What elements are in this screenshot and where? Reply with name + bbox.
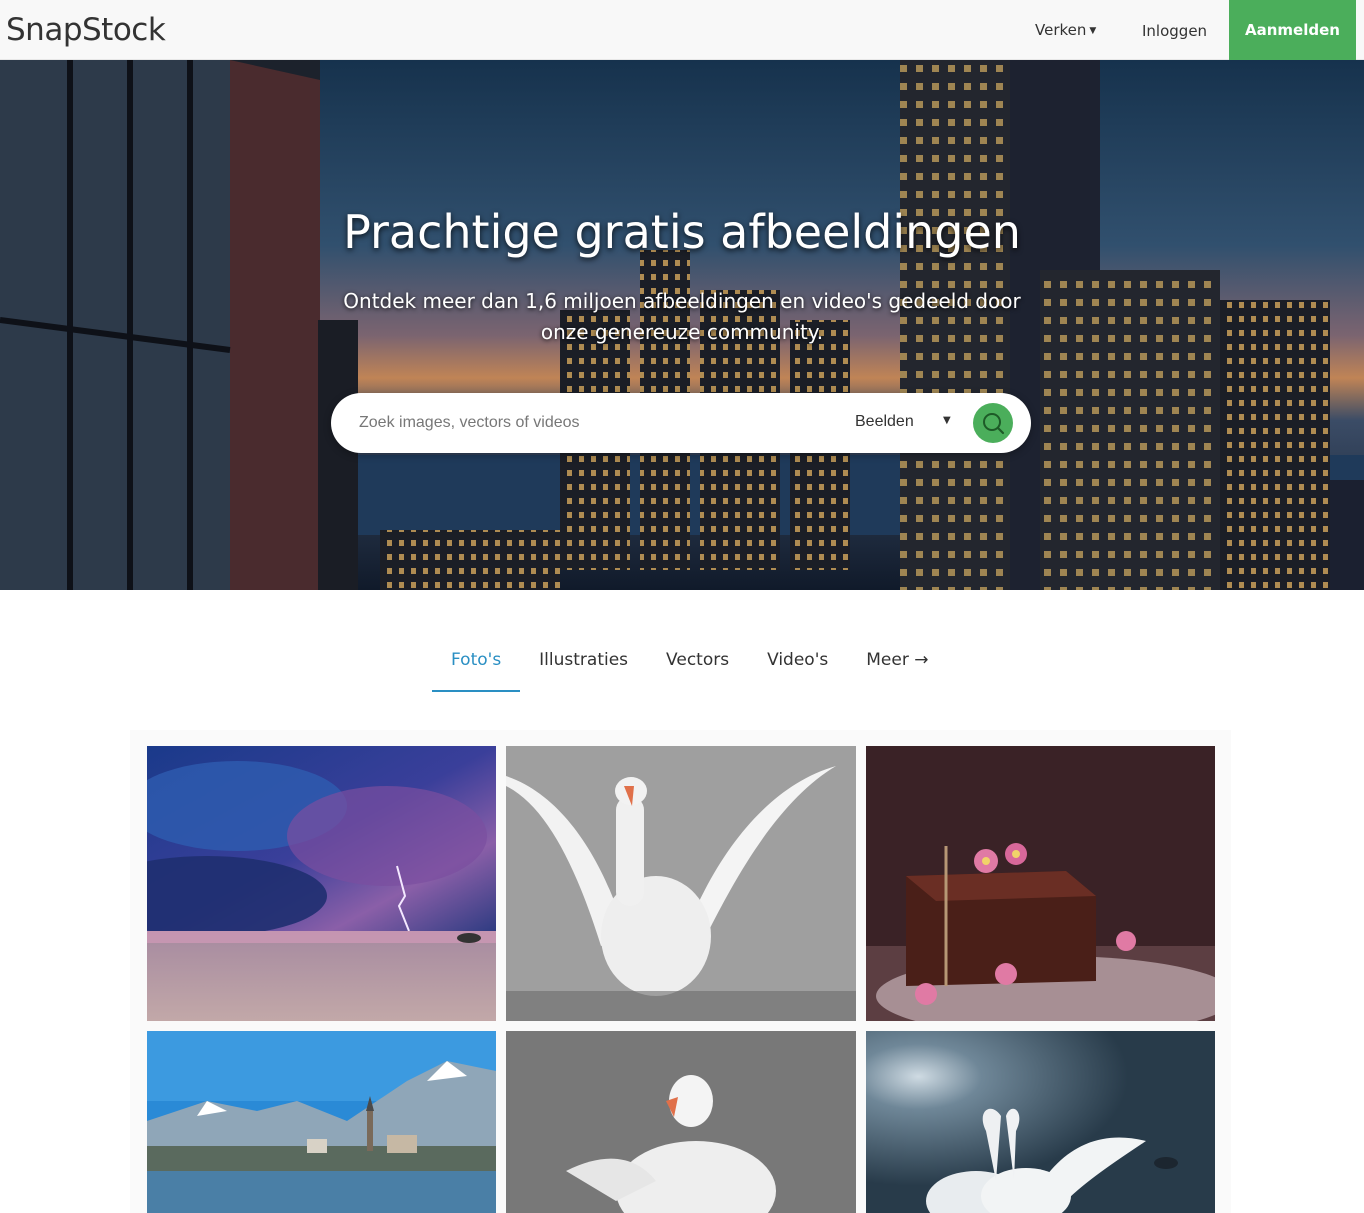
gallery-image-goose-wings[interactable] <box>506 746 856 1021</box>
tab-vectors[interactable]: Vectors <box>647 640 748 692</box>
hero-subtitle: Ontdek meer dan 1,6 miljoen afbeeldingen… <box>343 289 1021 344</box>
image-gallery <box>130 730 1231 1213</box>
tab-more[interactable]: Meer → <box>847 640 947 692</box>
search-input[interactable] <box>359 411 799 435</box>
caret-down-icon: ▼ <box>1089 26 1097 36</box>
tab-videos[interactable]: Video's <box>748 640 847 692</box>
hero-title: Prachtige gratis afbeeldingen <box>343 205 1021 259</box>
gallery-image-lake-town[interactable] <box>147 1031 496 1213</box>
tab-photos[interactable]: Foto's <box>432 640 521 692</box>
gallery-image-swans[interactable] <box>866 1031 1215 1213</box>
gallery-image-goose-water[interactable] <box>506 1031 856 1213</box>
top-navbar: SnapStock Verken ▼ Inloggen Aanmelden <box>0 0 1364 60</box>
explore-label: Verken <box>1035 21 1087 39</box>
goose-image <box>506 746 856 1021</box>
swans-image <box>866 1031 1215 1213</box>
goose-water-image <box>506 1031 856 1213</box>
gallery-image-storm-beach[interactable] <box>147 746 496 1021</box>
search-bar: Beelden ▼ <box>331 393 1031 453</box>
search-button[interactable] <box>973 403 1013 443</box>
caret-down-icon[interactable]: ▼ <box>943 415 951 426</box>
login-link[interactable]: Inloggen <box>1142 22 1207 40</box>
tab-illustrations[interactable]: Illustraties <box>520 640 647 692</box>
hero-banner: Prachtige gratis afbeeldingen Ontdek mee… <box>0 60 1364 590</box>
explore-menu[interactable]: Verken ▼ <box>1035 21 1096 39</box>
brand-logo[interactable]: SnapStock <box>6 12 166 48</box>
storm-image <box>147 746 496 1021</box>
search-icon <box>983 413 1005 435</box>
lake-town-image <box>147 1031 496 1213</box>
brownie-image <box>866 746 1215 1021</box>
media-type-tabs: Foto's Illustraties Vectors Video's Meer… <box>432 640 947 692</box>
signup-button[interactable]: Aanmelden <box>1229 0 1356 60</box>
gallery-image-brownie[interactable] <box>866 746 1215 1021</box>
search-type-select[interactable]: Beelden <box>855 413 914 431</box>
